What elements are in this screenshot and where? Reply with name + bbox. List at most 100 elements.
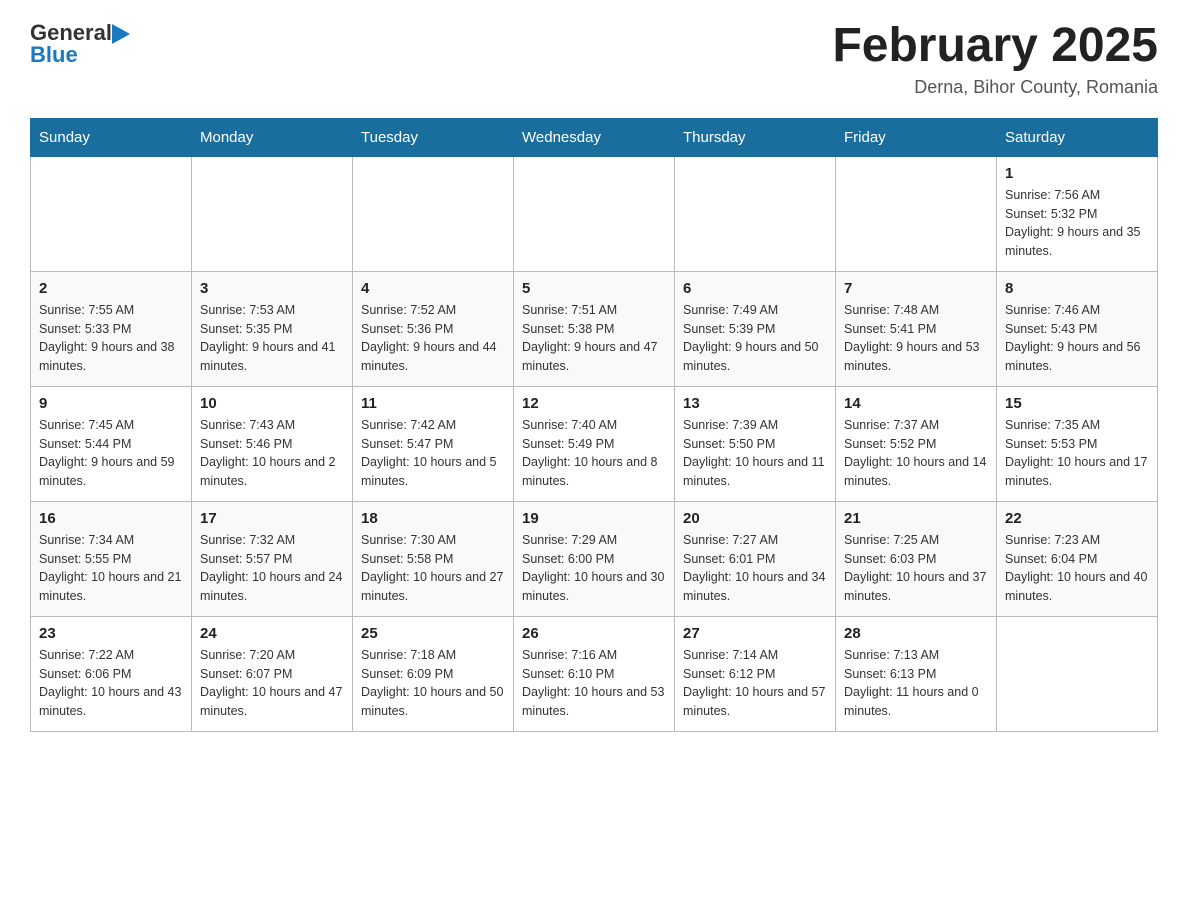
day-number: 16 — [39, 510, 183, 527]
calendar-title: February 2025 — [832, 20, 1158, 73]
day-info: Sunrise: 7:27 AMSunset: 6:01 PMDaylight:… — [683, 531, 827, 606]
calendar-cell: 10Sunrise: 7:43 AMSunset: 5:46 PMDayligh… — [192, 386, 353, 501]
day-number: 6 — [683, 280, 827, 297]
day-info: Sunrise: 7:35 AMSunset: 5:53 PMDaylight:… — [1005, 416, 1149, 491]
day-number: 22 — [1005, 510, 1149, 527]
day-info: Sunrise: 7:25 AMSunset: 6:03 PMDaylight:… — [844, 531, 988, 606]
calendar-cell: 4 Sunrise: 7:52 AMSunset: 5:36 PMDaylight… — [353, 271, 514, 386]
day-number: 23 — [39, 625, 183, 642]
calendar-cell — [514, 156, 675, 271]
calendar-cell: 13Sunrise: 7:39 AMSunset: 5:50 PMDayligh… — [675, 386, 836, 501]
day-number: 3 — [200, 280, 344, 297]
calendar-cell: 27Sunrise: 7:14 AMSunset: 6:12 PMDayligh… — [675, 616, 836, 731]
calendar-cell: 26 Sunrise: 7:16 AMSunset: 6:10 PMDayligh… — [514, 616, 675, 731]
day-info: Sunrise: 7:55 AMSunset: 5:33 PMDaylight:… — [39, 301, 183, 376]
calendar-cell: 12 Sunrise: 7:40 AMSunset: 5:49 PMDayligh… — [514, 386, 675, 501]
calendar-cell: 21 Sunrise: 7:25 AMSunset: 6:03 PMDayligh… — [836, 501, 997, 616]
calendar-week-row: 23 Sunrise: 7:22 AMSunset: 6:06 PMDayligh… — [31, 616, 1158, 731]
calendar-cell: 17 Sunrise: 7:32 AMSunset: 5:57 PMDayligh… — [192, 501, 353, 616]
calendar-header-row: Sunday Monday Tuesday Wednesday Thursday… — [31, 118, 1158, 156]
day-info: Sunrise: 7:18 AMSunset: 6:09 PMDaylight:… — [361, 646, 505, 721]
day-info: Sunrise: 7:32 AMSunset: 5:57 PMDaylight:… — [200, 531, 344, 606]
day-number: 21 — [844, 510, 988, 527]
calendar-cell: 11 Sunrise: 7:42 AMSunset: 5:47 PMDayligh… — [353, 386, 514, 501]
calendar-cell: 1Sunrise: 7:56 AMSunset: 5:32 PMDaylight… — [997, 156, 1158, 271]
day-info: Sunrise: 7:53 AMSunset: 5:35 PMDaylight:… — [200, 301, 344, 376]
calendar-cell: 3 Sunrise: 7:53 AMSunset: 5:35 PMDaylight… — [192, 271, 353, 386]
col-friday: Friday — [836, 118, 997, 156]
calendar-cell: 18 Sunrise: 7:30 AMSunset: 5:58 PMDayligh… — [353, 501, 514, 616]
day-info: Sunrise: 7:13 AMSunset: 6:13 PMDaylight:… — [844, 646, 988, 721]
calendar-cell: 16 Sunrise: 7:34 AMSunset: 5:55 PMDayligh… — [31, 501, 192, 616]
day-number: 5 — [522, 280, 666, 297]
day-number: 26 — [522, 625, 666, 642]
calendar-week-row: 1Sunrise: 7:56 AMSunset: 5:32 PMDaylight… — [31, 156, 1158, 271]
day-number: 14 — [844, 395, 988, 412]
calendar-cell: 7 Sunrise: 7:48 AMSunset: 5:41 PMDaylight… — [836, 271, 997, 386]
calendar-cell: 22 Sunrise: 7:23 AMSunset: 6:04 PMDayligh… — [997, 501, 1158, 616]
calendar-cell: 2 Sunrise: 7:55 AMSunset: 5:33 PMDaylight… — [31, 271, 192, 386]
logo: General Blue — [30, 20, 130, 68]
col-monday: Monday — [192, 118, 353, 156]
day-number: 8 — [1005, 280, 1149, 297]
day-info: Sunrise: 7:52 AMSunset: 5:36 PMDaylight:… — [361, 301, 505, 376]
day-number: 18 — [361, 510, 505, 527]
day-number: 7 — [844, 280, 988, 297]
calendar-cell: 6 Sunrise: 7:49 AMSunset: 5:39 PMDaylight… — [675, 271, 836, 386]
col-wednesday: Wednesday — [514, 118, 675, 156]
day-number: 19 — [522, 510, 666, 527]
calendar-week-row: 9Sunrise: 7:45 AMSunset: 5:44 PMDaylight… — [31, 386, 1158, 501]
calendar-table: Sunday Monday Tuesday Wednesday Thursday… — [30, 118, 1158, 732]
calendar-cell: 25 Sunrise: 7:18 AMSunset: 6:09 PMDayligh… — [353, 616, 514, 731]
day-info: Sunrise: 7:37 AMSunset: 5:52 PMDaylight:… — [844, 416, 988, 491]
calendar-cell: 14 Sunrise: 7:37 AMSunset: 5:52 PMDayligh… — [836, 386, 997, 501]
day-number: 15 — [1005, 395, 1149, 412]
calendar-body: 1Sunrise: 7:56 AMSunset: 5:32 PMDaylight… — [31, 156, 1158, 731]
calendar-week-row: 2 Sunrise: 7:55 AMSunset: 5:33 PMDaylight… — [31, 271, 1158, 386]
day-info: Sunrise: 7:39 AMSunset: 5:50 PMDaylight:… — [683, 416, 827, 491]
calendar-cell — [192, 156, 353, 271]
day-info: Sunrise: 7:48 AMSunset: 5:41 PMDaylight:… — [844, 301, 988, 376]
day-info: Sunrise: 7:14 AMSunset: 6:12 PMDaylight:… — [683, 646, 827, 721]
calendar-cell: 24Sunrise: 7:20 AMSunset: 6:07 PMDayligh… — [192, 616, 353, 731]
day-number: 1 — [1005, 165, 1149, 182]
calendar-cell — [997, 616, 1158, 731]
calendar-cell — [31, 156, 192, 271]
calendar-cell: 9Sunrise: 7:45 AMSunset: 5:44 PMDaylight… — [31, 386, 192, 501]
day-number: 9 — [39, 395, 183, 412]
calendar-cell: 23 Sunrise: 7:22 AMSunset: 6:06 PMDayligh… — [31, 616, 192, 731]
calendar-cell: 20Sunrise: 7:27 AMSunset: 6:01 PMDayligh… — [675, 501, 836, 616]
day-info: Sunrise: 7:40 AMSunset: 5:49 PMDaylight:… — [522, 416, 666, 491]
day-info: Sunrise: 7:30 AMSunset: 5:58 PMDaylight:… — [361, 531, 505, 606]
day-number: 2 — [39, 280, 183, 297]
day-info: Sunrise: 7:42 AMSunset: 5:47 PMDaylight:… — [361, 416, 505, 491]
day-info: Sunrise: 7:49 AMSunset: 5:39 PMDaylight:… — [683, 301, 827, 376]
calendar-subtitle: Derna, Bihor County, Romania — [832, 77, 1158, 98]
col-sunday: Sunday — [31, 118, 192, 156]
day-number: 17 — [200, 510, 344, 527]
calendar-cell — [675, 156, 836, 271]
calendar-cell — [836, 156, 997, 271]
day-number: 28 — [844, 625, 988, 642]
day-number: 12 — [522, 395, 666, 412]
day-info: Sunrise: 7:43 AMSunset: 5:46 PMDaylight:… — [200, 416, 344, 491]
logo-arrow-icon — [112, 24, 130, 44]
col-tuesday: Tuesday — [353, 118, 514, 156]
day-info: Sunrise: 7:34 AMSunset: 5:55 PMDaylight:… — [39, 531, 183, 606]
day-number: 24 — [200, 625, 344, 642]
day-number: 25 — [361, 625, 505, 642]
day-info: Sunrise: 7:22 AMSunset: 6:06 PMDaylight:… — [39, 646, 183, 721]
calendar-cell: 19Sunrise: 7:29 AMSunset: 6:00 PMDayligh… — [514, 501, 675, 616]
day-info: Sunrise: 7:51 AMSunset: 5:38 PMDaylight:… — [522, 301, 666, 376]
day-info: Sunrise: 7:23 AMSunset: 6:04 PMDaylight:… — [1005, 531, 1149, 606]
calendar-cell: 28 Sunrise: 7:13 AMSunset: 6:13 PMDayligh… — [836, 616, 997, 731]
day-info: Sunrise: 7:46 AMSunset: 5:43 PMDaylight:… — [1005, 301, 1149, 376]
title-section: February 2025 Derna, Bihor County, Roman… — [832, 20, 1158, 98]
day-number: 4 — [361, 280, 505, 297]
col-thursday: Thursday — [675, 118, 836, 156]
col-saturday: Saturday — [997, 118, 1158, 156]
day-info: Sunrise: 7:16 AMSunset: 6:10 PMDaylight:… — [522, 646, 666, 721]
day-number: 11 — [361, 395, 505, 412]
calendar-cell: 8 Sunrise: 7:46 AMSunset: 5:43 PMDaylight… — [997, 271, 1158, 386]
calendar-week-row: 16 Sunrise: 7:34 AMSunset: 5:55 PMDayligh… — [31, 501, 1158, 616]
